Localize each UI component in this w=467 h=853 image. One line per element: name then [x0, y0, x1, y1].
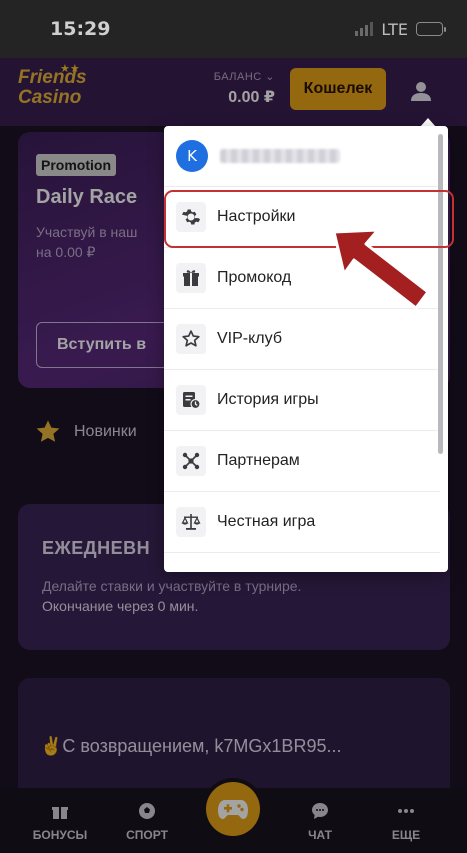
- menu-item-label: VIP-клуб: [217, 330, 282, 347]
- menu-item-more-hidden[interactable]: [164, 552, 440, 572]
- menu-item-label: Партнерам: [217, 452, 300, 469]
- network-icon: [176, 446, 206, 476]
- network-label: LTE: [381, 19, 408, 39]
- menu-item-label: Честная игра: [217, 513, 316, 530]
- menu-item-label: Промокод: [217, 269, 292, 286]
- battery-icon: [416, 22, 446, 36]
- menu-item-partners[interactable]: Партнерам: [164, 430, 440, 491]
- status-bar: 15:29 LTE: [0, 0, 467, 58]
- history-icon: [176, 385, 206, 415]
- avatar: K: [176, 140, 208, 172]
- user-profile-row[interactable]: K: [164, 126, 440, 186]
- username-blurred: [220, 149, 340, 163]
- scales-icon: [176, 507, 206, 537]
- signal-icon: [355, 22, 374, 36]
- gift-icon: [176, 263, 206, 293]
- menu-item-label: История игры: [217, 391, 319, 408]
- status-right: LTE: [355, 19, 446, 39]
- status-time: 15:29: [50, 18, 111, 40]
- menu-item-fair-play[interactable]: Честная игра: [164, 491, 440, 552]
- pointer-arrow-icon: [332, 228, 430, 310]
- star-icon: [176, 324, 206, 354]
- menu-item-game-history[interactable]: История игры: [164, 369, 440, 430]
